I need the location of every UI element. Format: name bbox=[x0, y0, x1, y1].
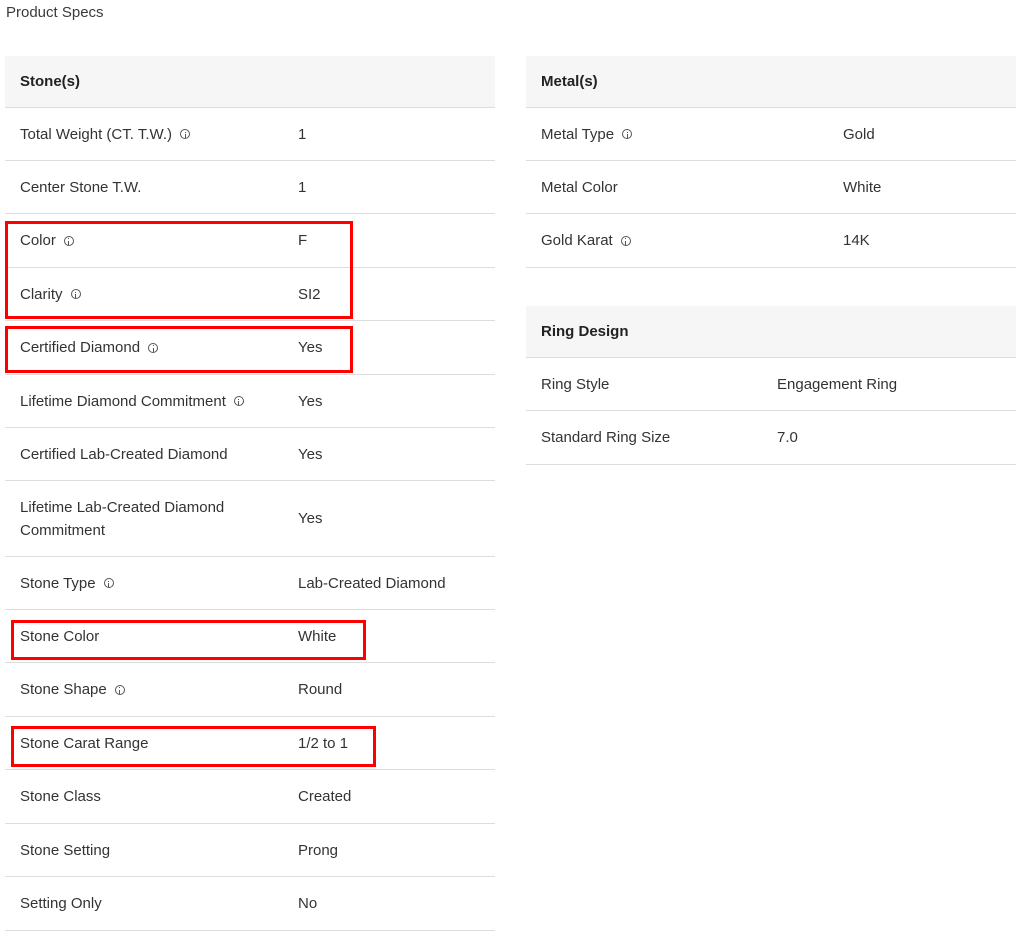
spec-label: Certified Lab-Created Diamond bbox=[20, 445, 228, 463]
spec-row-stone-type: Stone Type Lab-Created Diamond bbox=[5, 557, 495, 610]
spec-label: Stone Carat Range bbox=[20, 734, 149, 752]
spec-row-stone-shape: Stone Shape Round bbox=[5, 663, 495, 717]
info-icon[interactable] bbox=[63, 235, 74, 246]
spec-label: Stone Type bbox=[20, 574, 96, 592]
spec-value: Engagement Ring bbox=[777, 375, 898, 393]
spec-label: Clarity bbox=[20, 285, 63, 303]
spec-label: Total Weight (CT. T.W.) bbox=[20, 125, 172, 143]
spec-row-clarity: Clarity SI2 bbox=[5, 268, 495, 321]
info-icon[interactable] bbox=[233, 396, 244, 406]
spec-value: Created bbox=[298, 788, 352, 805]
spec-value: White bbox=[843, 178, 882, 196]
info-icon[interactable] bbox=[622, 129, 633, 139]
page-title: Product Specs bbox=[6, 4, 104, 21]
info-icon[interactable] bbox=[70, 289, 81, 299]
spec-label: Setting Only bbox=[20, 895, 102, 912]
spec-value: No bbox=[298, 895, 318, 912]
info-icon[interactable] bbox=[180, 129, 190, 139]
spec-row-setting-only: Setting Only No bbox=[5, 877, 495, 931]
spec-value: Gold bbox=[843, 125, 875, 143]
spec-row-certified-lab-created-diamond: Certified Lab-Created Diamond Yes bbox=[5, 428, 495, 481]
spec-label: Certified Diamond bbox=[20, 339, 141, 356]
spec-value: 14K bbox=[843, 232, 870, 249]
ring-design-spec-table: Ring Design Ring Style Engagement Ring S… bbox=[526, 306, 1016, 465]
spec-row-stone-setting: Stone Setting Prong bbox=[5, 824, 495, 877]
ring-design-header: Ring Design bbox=[526, 306, 1016, 358]
spec-value: White bbox=[298, 627, 337, 645]
spec-label: Stone Setting bbox=[20, 841, 111, 859]
spec-value: Yes bbox=[298, 445, 323, 463]
spec-row-total-weight: Total Weight (CT. T.W.) 1 bbox=[5, 108, 495, 161]
spec-value: 1 bbox=[298, 178, 307, 196]
spec-row-certified-diamond: Certified Diamond Yes bbox=[5, 321, 495, 375]
spec-label: Metal Type bbox=[541, 125, 615, 143]
spec-value: 1 bbox=[298, 125, 307, 143]
spec-label: Standard Ring Size bbox=[541, 429, 671, 446]
spec-row-lifetime-lab-created-diamond-commitment: Lifetime Lab-Created Diamond Commitment … bbox=[5, 481, 495, 557]
info-icon[interactable] bbox=[114, 684, 125, 695]
spec-label: Ring Style bbox=[541, 375, 610, 393]
metals-header: Metal(s) bbox=[526, 56, 1016, 108]
stones-header: Stone(s) bbox=[5, 56, 495, 108]
spec-row-ring-style: Ring Style Engagement Ring bbox=[526, 358, 1016, 411]
spec-label: Stone Class bbox=[20, 788, 101, 805]
spec-value: SI2 bbox=[298, 285, 321, 303]
spec-label: Metal Color bbox=[541, 178, 618, 196]
spec-label: Center Stone T.W. bbox=[20, 178, 142, 196]
spec-value: 7.0 bbox=[777, 429, 798, 446]
spec-label: Lifetime Lab-Created Diamond Commitment bbox=[20, 498, 225, 539]
spec-label: Lifetime Diamond Commitment bbox=[20, 392, 226, 410]
stones-spec-table: Stone(s) Total Weight (CT. T.W.) 1 Cente… bbox=[5, 56, 495, 931]
spec-row-lifetime-diamond-commitment: Lifetime Diamond Commitment Yes bbox=[5, 375, 495, 428]
info-icon[interactable] bbox=[103, 578, 114, 588]
spec-label: Gold Karat bbox=[541, 232, 613, 249]
spec-row-stone-carat-range: Stone Carat Range 1/2 to 1 bbox=[5, 717, 495, 770]
spec-value: Yes bbox=[298, 392, 323, 410]
spec-value: Round bbox=[298, 681, 343, 698]
spec-row-metal-type: Metal Type Gold bbox=[526, 108, 1016, 161]
spec-value: Lab-Created Diamond bbox=[298, 574, 446, 592]
spec-row-stone-color: Stone Color White bbox=[5, 610, 495, 663]
metals-spec-table: Metal(s) Metal Type Gold Metal Color Whi… bbox=[526, 56, 1016, 268]
spec-value: 1/2 to 1 bbox=[298, 734, 349, 752]
spec-label: Stone Color bbox=[20, 627, 100, 645]
spec-row-gold-karat: Gold Karat 14K bbox=[526, 214, 1016, 268]
spec-row-color: Color F bbox=[5, 214, 495, 268]
spec-value: Yes bbox=[298, 339, 323, 356]
spec-row-metal-color: Metal Color White bbox=[526, 161, 1016, 214]
spec-row-center-stone-tw: Center Stone T.W. 1 bbox=[5, 161, 495, 214]
spec-row-standard-ring-size: Standard Ring Size 7.0 bbox=[526, 411, 1016, 465]
spec-value: Yes bbox=[298, 510, 323, 527]
spec-row-stone-class: Stone Class Created bbox=[5, 770, 495, 824]
spec-label: Stone Shape bbox=[20, 681, 107, 698]
spec-value: Prong bbox=[298, 841, 339, 859]
info-icon[interactable] bbox=[148, 342, 159, 353]
spec-label: Color bbox=[20, 232, 56, 249]
info-icon[interactable] bbox=[620, 235, 631, 246]
spec-value: F bbox=[298, 232, 308, 249]
